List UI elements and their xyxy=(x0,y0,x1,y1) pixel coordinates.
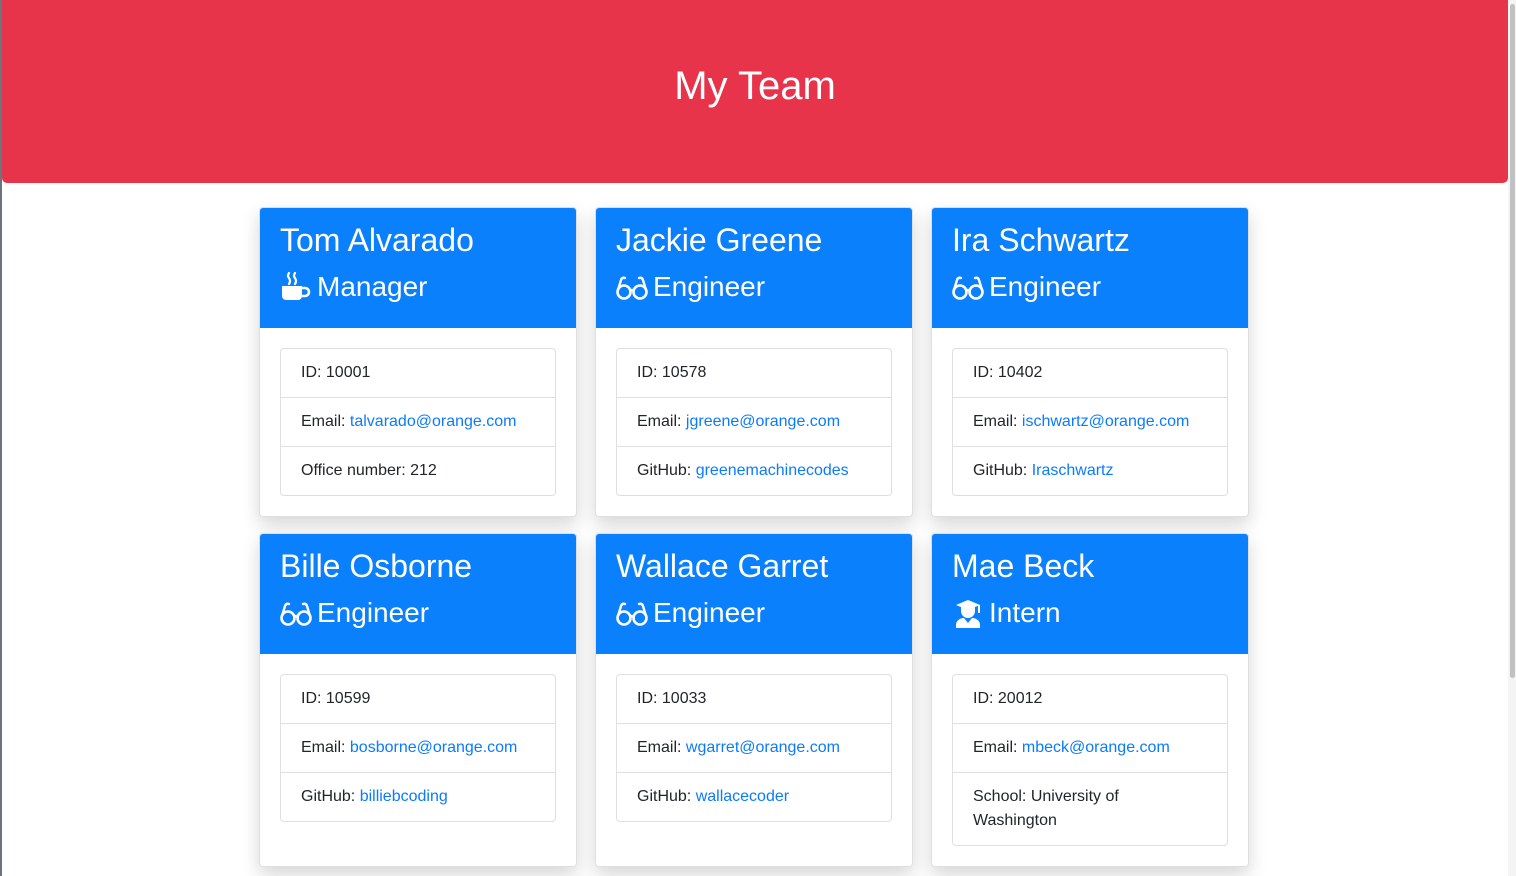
employee-role: Engineer xyxy=(952,267,1228,307)
card-header: Ira Schwartz Engineer xyxy=(932,208,1248,328)
email-label: Email: xyxy=(973,413,1022,430)
info-list: ID: 20012 Email: mbeck@orange.com School… xyxy=(952,674,1228,846)
github-row: GitHub: Iraschwartz xyxy=(953,446,1227,495)
graduate-icon xyxy=(956,600,980,628)
id-label: ID: xyxy=(973,364,998,381)
employee-name: Jackie Greene xyxy=(616,222,823,258)
email-label: Email: xyxy=(301,739,350,756)
id-row: ID: 10402 xyxy=(953,349,1227,397)
email-label: Email: xyxy=(637,739,686,756)
email-link[interactable]: jgreene@orange.com xyxy=(686,413,840,430)
card-header: Tom Alvarado Manager xyxy=(260,208,576,328)
info-list: ID: 10033 Email: wgarret@orange.com GitH… xyxy=(616,674,892,822)
info-list: ID: 10001 Email: talvarado@orange.com Of… xyxy=(280,348,556,496)
role-label: Engineer xyxy=(653,597,766,628)
email-row: Email: talvarado@orange.com xyxy=(281,397,555,446)
email-link[interactable]: mbeck@orange.com xyxy=(1022,739,1170,756)
email-row: Email: wgarret@orange.com xyxy=(617,723,891,772)
page-title: My Team xyxy=(674,64,836,108)
email-link[interactable]: wgarret@orange.com xyxy=(686,739,840,756)
id-row: ID: 10001 xyxy=(281,349,555,397)
email-row: Email: jgreene@orange.com xyxy=(617,397,891,446)
employee-name: Wallace Garret xyxy=(616,548,829,584)
coffee-icon xyxy=(282,271,311,300)
employee-card: Ira Schwartz Engineer ID: 10402 Email: i… xyxy=(931,207,1249,517)
email-link[interactable]: talvarado@orange.com xyxy=(350,413,517,430)
id-value: 10599 xyxy=(325,690,371,707)
role-label: Intern xyxy=(989,597,1061,628)
scrollbar-thumb[interactable] xyxy=(1510,4,1515,678)
role-label: Engineer xyxy=(653,271,766,302)
github-link[interactable]: Iraschwartz xyxy=(1032,462,1114,479)
card-header: Mae Beck Intern xyxy=(932,534,1248,654)
id-row: ID: 10033 xyxy=(617,675,891,723)
email-label: Email: xyxy=(301,413,350,430)
github-row: GitHub: greenemachinecodes xyxy=(617,446,891,495)
email-row: Email: ischwartz@orange.com xyxy=(953,397,1227,446)
id-row: ID: 10599 xyxy=(281,675,555,723)
id-value: 10578 xyxy=(661,364,707,381)
glasses-icon xyxy=(616,602,648,626)
id-value: 10402 xyxy=(997,364,1043,381)
employee-name: Ira Schwartz xyxy=(952,222,1130,258)
employee-role: Engineer xyxy=(280,593,556,633)
employee-role: Intern xyxy=(952,593,1228,633)
glasses-icon xyxy=(952,276,984,300)
employee-card: Wallace Garret Engineer ID: 10033 Email:… xyxy=(595,533,913,867)
role-label: Manager xyxy=(317,271,428,302)
id-row: ID: 20012 xyxy=(953,675,1227,723)
github-label: GitHub: xyxy=(301,788,360,805)
employee-name: Mae Beck xyxy=(952,548,1095,584)
employee-name: Bille Osborne xyxy=(280,548,473,584)
github-link[interactable]: billiebcoding xyxy=(360,788,448,805)
id-row: ID: 10578 xyxy=(617,349,891,397)
employee-card: Jackie Greene Engineer ID: 10578 Email: … xyxy=(595,207,913,517)
office-value: 212 xyxy=(410,462,437,479)
employee-role: Manager xyxy=(280,267,556,307)
page-header: My Team xyxy=(2,0,1508,183)
school-label: School: xyxy=(973,788,1031,805)
id-value: 20012 xyxy=(997,690,1043,707)
office-row: Office number: 212 xyxy=(281,446,555,495)
github-label: GitHub: xyxy=(637,788,696,805)
id-label: ID: xyxy=(637,690,662,707)
email-label: Email: xyxy=(637,413,686,430)
id-label: ID: xyxy=(973,690,998,707)
github-label: GitHub: xyxy=(973,462,1032,479)
employee-card: Tom Alvarado Manager ID: 10001 Email: ta… xyxy=(259,207,577,517)
id-value: 10001 xyxy=(325,364,371,381)
info-list: ID: 10578 Email: jgreene@orange.com GitH… xyxy=(616,348,892,496)
id-label: ID: xyxy=(301,364,326,381)
role-label: Engineer xyxy=(989,271,1102,302)
github-row: GitHub: wallacecoder xyxy=(617,772,891,821)
employee-role: Engineer xyxy=(616,267,892,307)
employee-card: Bille Osborne Engineer ID: 10599 Email: … xyxy=(259,533,577,867)
card-header: Wallace Garret Engineer xyxy=(596,534,912,654)
card-header: Jackie Greene Engineer xyxy=(596,208,912,328)
github-link[interactable]: wallacecoder xyxy=(696,788,789,805)
email-link[interactable]: ischwartz@orange.com xyxy=(1022,413,1189,430)
employee-name: Tom Alvarado xyxy=(280,222,474,258)
glasses-icon xyxy=(280,602,312,626)
email-row: Email: bosborne@orange.com xyxy=(281,723,555,772)
email-link[interactable]: bosborne@orange.com xyxy=(350,739,517,756)
id-label: ID: xyxy=(637,364,662,381)
email-row: Email: mbeck@orange.com xyxy=(953,723,1227,772)
employee-role: Engineer xyxy=(616,593,892,633)
employee-card: Mae Beck Intern ID: 20012 Email: mbeck@o… xyxy=(931,533,1249,867)
email-label: Email: xyxy=(973,739,1022,756)
info-list: ID: 10402 Email: ischwartz@orange.com Gi… xyxy=(952,348,1228,496)
role-label: Engineer xyxy=(317,597,430,628)
id-value: 10033 xyxy=(661,690,707,707)
id-label: ID: xyxy=(301,690,326,707)
info-list: ID: 10599 Email: bosborne@orange.com Git… xyxy=(280,674,556,822)
github-link[interactable]: greenemachinecodes xyxy=(696,462,849,479)
school-row: School: University of Washington xyxy=(953,772,1227,845)
github-row: GitHub: billiebcoding xyxy=(281,772,555,821)
github-label: GitHub: xyxy=(637,462,696,479)
glasses-icon xyxy=(616,276,648,300)
card-header: Bille Osborne Engineer xyxy=(260,534,576,654)
office-label: Office number: xyxy=(301,462,411,479)
